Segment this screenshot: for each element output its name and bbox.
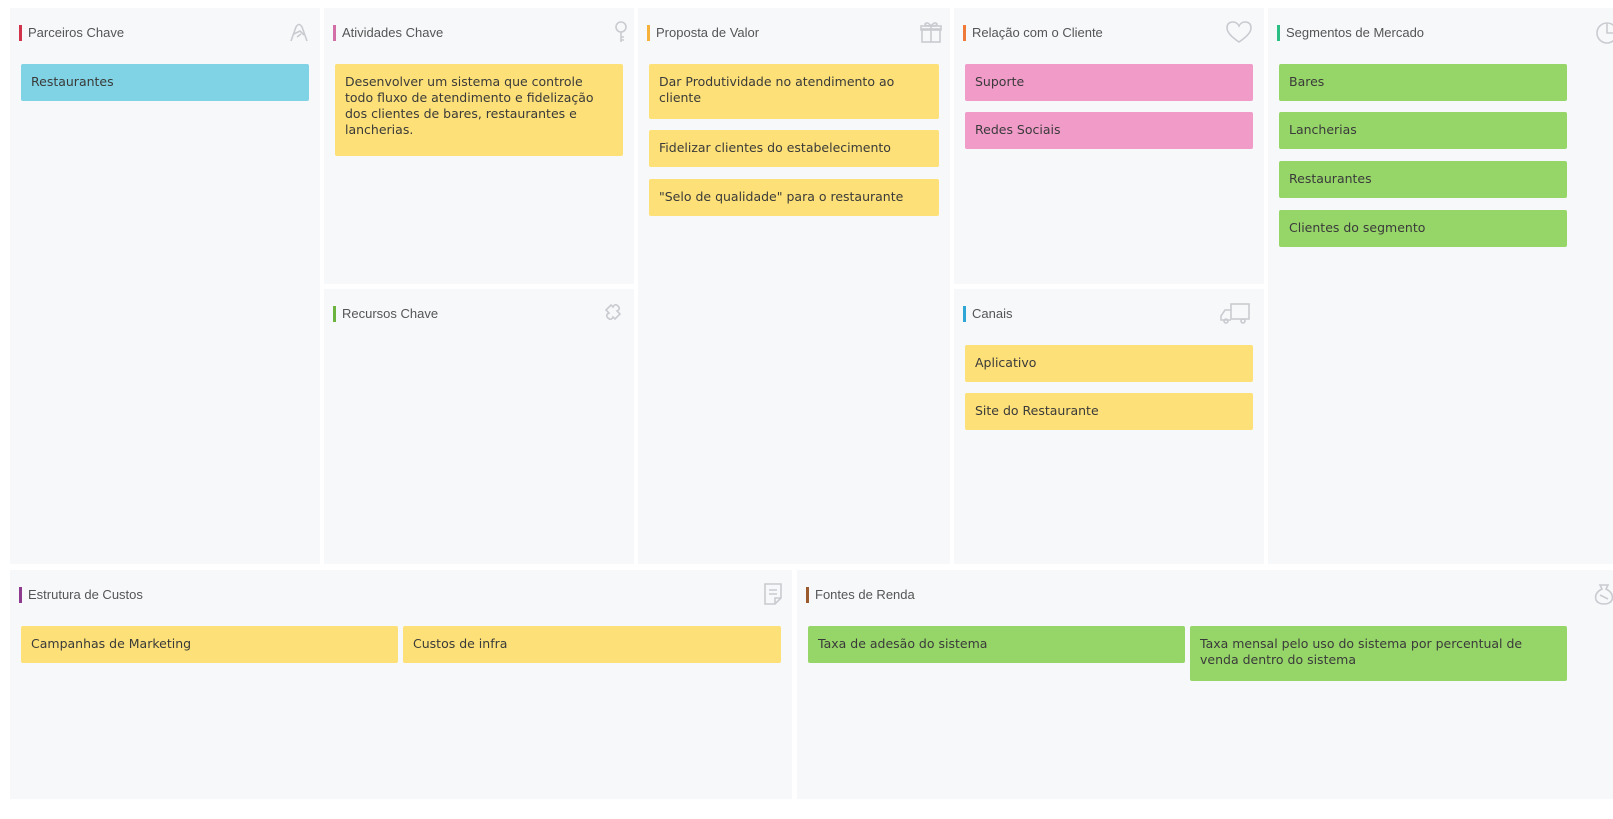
panel-title: Proposta de Valor: [647, 24, 759, 42]
card[interactable]: Restaurantes: [1279, 161, 1567, 198]
handshake-icon: [286, 19, 312, 45]
puzzle-icon: [600, 300, 626, 326]
key-icon: [608, 19, 634, 45]
card[interactable]: Custos de infra: [403, 626, 781, 663]
panel-atividades-chave: Atividades Chave Desenvolver um sistema …: [324, 8, 634, 284]
panel-parceiros-chave: Parceiros Chave Restaurantes: [10, 8, 320, 564]
panel-recursos-chave: Recursos Chave: [324, 289, 634, 564]
panel-fontes-de-renda: Fontes de Renda Taxa de adesão do sistem…: [797, 570, 1613, 799]
card[interactable]: Lancherias: [1279, 112, 1567, 149]
document-icon: [760, 581, 786, 607]
panel-title: Relação com o Cliente: [963, 24, 1103, 42]
panel-title: Canais: [963, 305, 1012, 323]
panel-title: Segmentos de Mercado: [1277, 24, 1424, 42]
gift-icon: [918, 19, 944, 45]
panel-title: Recursos Chave: [333, 305, 438, 323]
card[interactable]: Restaurantes: [21, 64, 309, 101]
panel-title: Atividades Chave: [333, 24, 443, 42]
card[interactable]: Clientes do segmento: [1279, 210, 1567, 247]
panel-proposta-de-valor: Proposta de Valor Dar Produtividade no a…: [638, 8, 950, 564]
card[interactable]: Aplicativo: [965, 345, 1253, 382]
card[interactable]: Suporte: [965, 64, 1253, 101]
card[interactable]: Campanhas de Marketing: [21, 626, 398, 663]
panel-relacao-com-o-cliente: Relação com o Cliente Suporte Redes Soci…: [954, 8, 1264, 284]
pie-chart-icon: [1594, 19, 1613, 45]
truck-icon: [1218, 300, 1252, 326]
card[interactable]: Bares: [1279, 64, 1567, 101]
panel-estrutura-de-custos: Estrutura de Custos Campanhas de Marketi…: [10, 570, 792, 799]
money-bag-icon: [1591, 581, 1613, 607]
card[interactable]: Taxa de adesão do sistema: [808, 626, 1185, 663]
card[interactable]: Site do Restaurante: [965, 393, 1253, 430]
card[interactable]: Redes Sociais: [965, 112, 1253, 149]
card[interactable]: Dar Produtividade no atendimento ao clie…: [649, 64, 939, 119]
panel-title: Parceiros Chave: [19, 24, 124, 42]
panel-title: Fontes de Renda: [806, 586, 915, 604]
panel-segmentos-de-mercado: Segmentos de Mercado Bares Lancherias Re…: [1268, 8, 1613, 564]
card[interactable]: "Selo de qualidade" para o restaurante: [649, 179, 939, 216]
heart-icon: [1224, 19, 1254, 45]
card[interactable]: Desenvolver um sistema que controle todo…: [335, 64, 623, 156]
panel-canais: Canais Aplicativo Site do Restaurante: [954, 289, 1264, 564]
panel-title: Estrutura de Custos: [19, 586, 143, 604]
card[interactable]: Taxa mensal pelo uso do sistema por perc…: [1190, 626, 1567, 681]
card[interactable]: Fidelizar clientes do estabelecimento: [649, 130, 939, 167]
